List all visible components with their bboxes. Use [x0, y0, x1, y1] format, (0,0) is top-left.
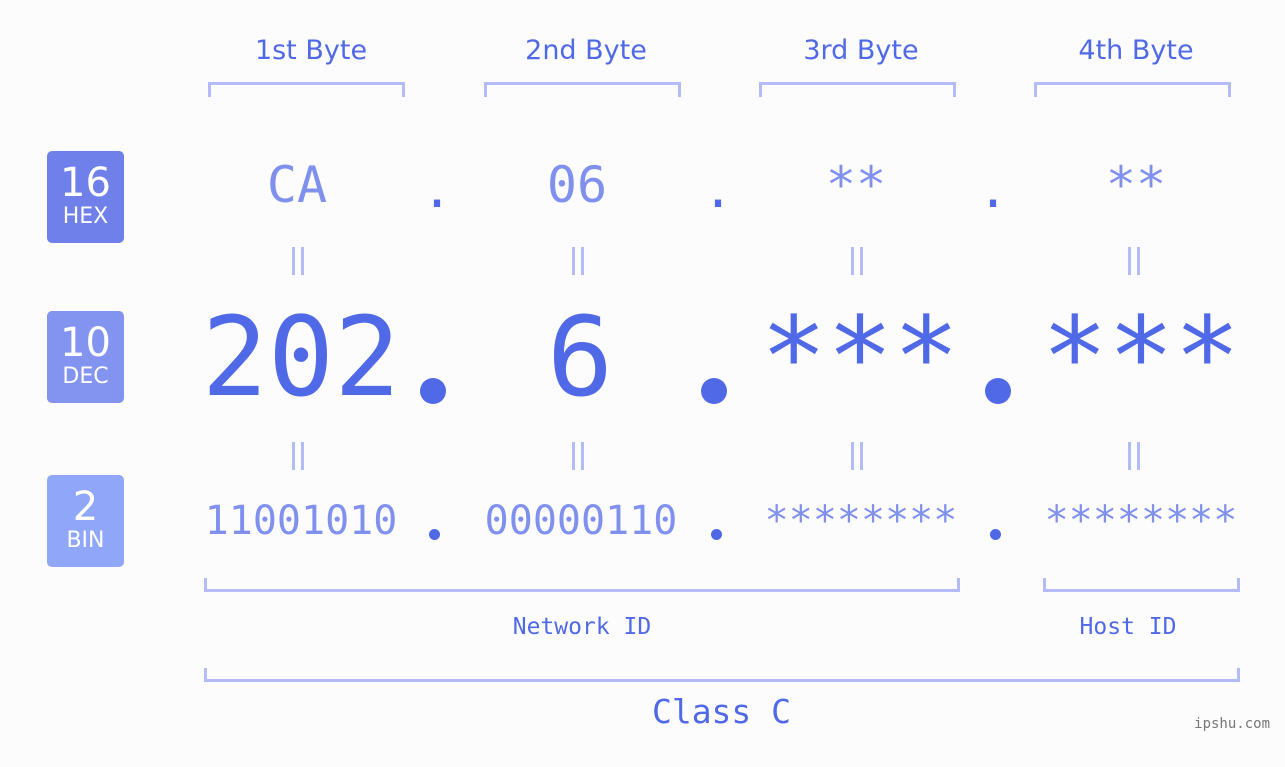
- equals-icon: [1126, 442, 1146, 470]
- dec-base-label: DEC: [62, 364, 109, 389]
- dec-dot-1: [420, 378, 446, 404]
- equals-icon: [570, 247, 590, 275]
- bin-base-number: 2: [72, 484, 99, 530]
- equals-icon: [290, 247, 310, 275]
- dec-dot-2: [701, 378, 727, 404]
- hex-dot-2: .: [703, 161, 734, 219]
- hex-byte-4: **: [1105, 156, 1167, 214]
- class-bracket: [204, 668, 1240, 682]
- host-id-bracket: [1043, 578, 1240, 592]
- dec-base-badge: 10 DEC: [47, 311, 124, 403]
- hex-byte-2: 06: [546, 156, 608, 214]
- hex-dot-3: .: [978, 161, 1009, 219]
- byte-bracket-2: [484, 82, 681, 97]
- hex-base-label: HEX: [62, 204, 109, 229]
- bin-byte-1: 11001010: [204, 498, 398, 544]
- byte-bracket-3: [759, 82, 956, 97]
- dec-byte-2: 6: [546, 293, 614, 421]
- byte-bracket-4: [1034, 82, 1231, 97]
- host-id-label: Host ID: [1079, 614, 1177, 640]
- ip-class-label: Class C: [651, 692, 792, 731]
- bin-dot-2: [711, 529, 722, 540]
- byte-header-4: 4th Byte: [1078, 35, 1194, 66]
- byte-header-2: 2nd Byte: [525, 35, 647, 66]
- bin-byte-4: ********: [1044, 498, 1238, 544]
- equals-icon: [1126, 247, 1146, 275]
- bin-base-label: BIN: [66, 528, 105, 553]
- hex-base-badge: 16 HEX: [47, 151, 124, 243]
- bin-dot-1: [429, 529, 440, 540]
- bin-byte-2: 00000110: [484, 498, 678, 544]
- equals-icon: [849, 442, 869, 470]
- byte-bracket-1: [208, 82, 405, 97]
- equals-icon: [290, 442, 310, 470]
- bin-dot-3: [990, 529, 1001, 540]
- hex-byte-3: **: [825, 156, 887, 214]
- dec-byte-3: ***: [760, 293, 960, 421]
- hex-base-number: 16: [60, 160, 111, 206]
- dec-dot-3: [985, 378, 1011, 404]
- byte-header-3: 3rd Byte: [803, 35, 919, 66]
- hex-byte-1: CA: [266, 156, 328, 214]
- network-id-label: Network ID: [512, 614, 652, 640]
- equals-icon: [570, 442, 590, 470]
- dec-byte-4: ***: [1041, 293, 1241, 421]
- bin-base-badge: 2 BIN: [47, 475, 124, 567]
- dec-base-number: 10: [60, 320, 111, 366]
- equals-icon: [849, 247, 869, 275]
- watermark: ipshu.com: [1194, 716, 1270, 732]
- dec-byte-1: 202: [201, 293, 401, 421]
- network-id-bracket: [204, 578, 960, 592]
- byte-header-1: 1st Byte: [254, 35, 368, 66]
- hex-dot-1: .: [422, 161, 453, 219]
- bin-byte-3: ********: [764, 498, 958, 544]
